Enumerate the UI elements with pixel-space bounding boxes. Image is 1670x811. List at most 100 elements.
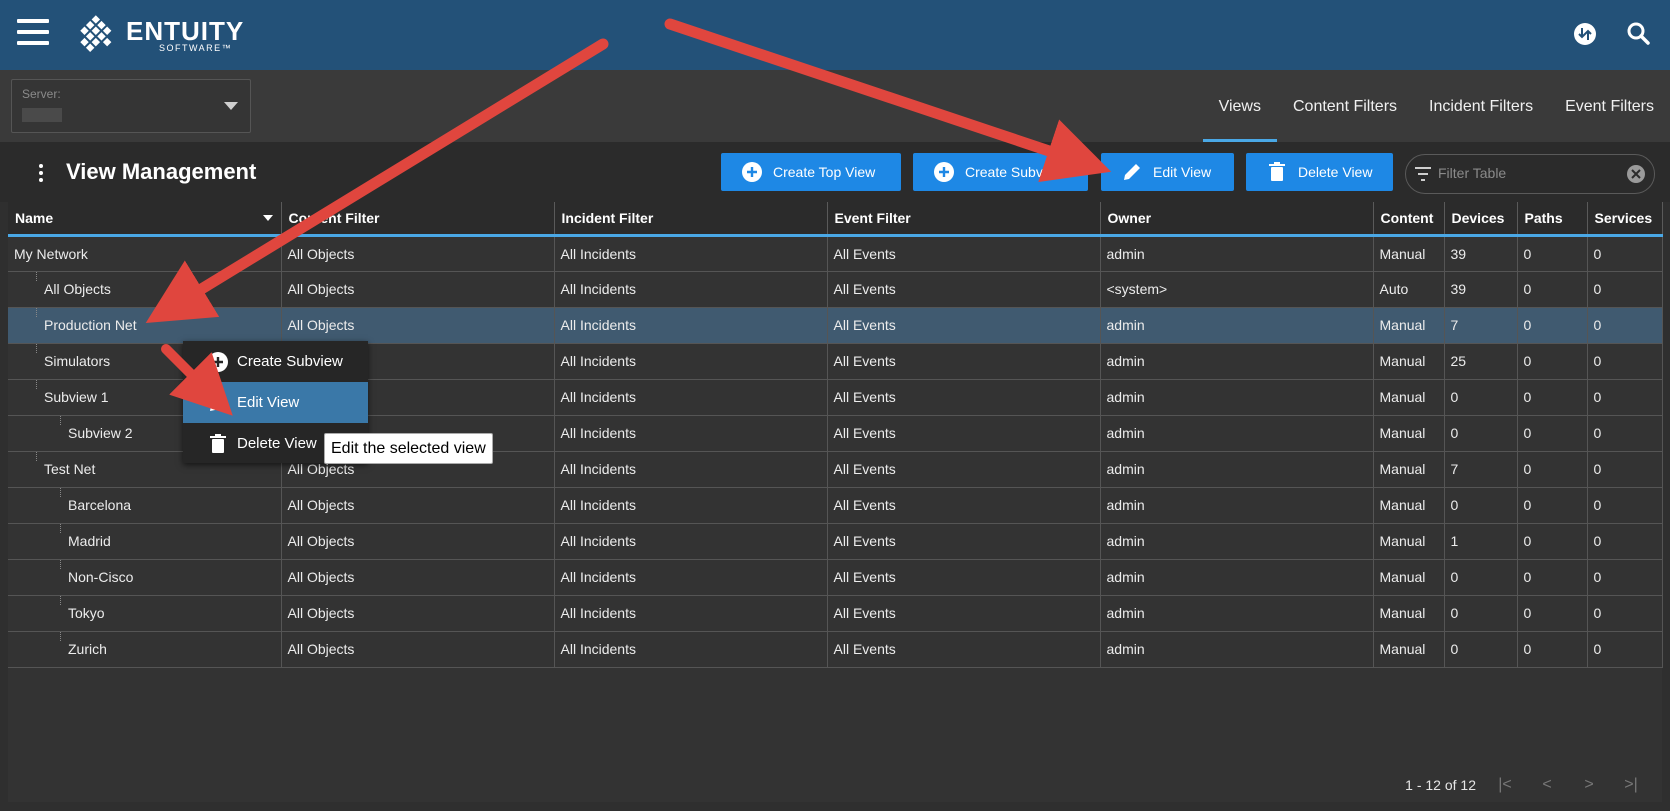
pencil-icon — [210, 394, 226, 411]
column-header-content[interactable]: Content — [1373, 202, 1445, 237]
views-table: Name Content Filter Incident Filter Even… — [8, 202, 1663, 802]
cell-devices: 0 — [1444, 559, 1518, 596]
table-row[interactable]: Tokyo All Objects All Incidents All Events a… — [8, 595, 1663, 632]
add-circle-icon — [208, 351, 228, 372]
cell-paths: 0 — [1517, 271, 1588, 308]
table-row[interactable]: Barcelona All Objects All Incidents All Eve… — [8, 487, 1663, 524]
cell-devices: 7 — [1444, 451, 1518, 488]
cell-incident-filter: All Incidents — [554, 307, 828, 344]
add-circle-icon — [934, 162, 954, 182]
column-header-owner[interactable]: Owner — [1100, 202, 1374, 237]
cell-content: Manual — [1373, 235, 1445, 272]
column-header-event-filter[interactable]: Event Filter — [827, 202, 1101, 237]
create-top-view-button[interactable]: Create Top View — [721, 153, 901, 191]
page-range: 1 - 12 of 12 — [1405, 777, 1476, 793]
table-row[interactable]: My Network All Objects All Incidents All Ev… — [8, 235, 1663, 272]
cell-content: Manual — [1373, 415, 1445, 452]
cell-devices: 0 — [1444, 415, 1518, 452]
cell-devices: 39 — [1444, 271, 1518, 308]
chevron-down-icon — [224, 102, 238, 110]
delete-view-label: Delete View — [1298, 164, 1373, 180]
cell-content-filter: All Objects — [281, 559, 555, 596]
tree-connector — [60, 523, 61, 533]
tab-incident-filters[interactable]: Incident Filters — [1413, 70, 1549, 142]
cell-event-filter: All Events — [827, 271, 1101, 308]
cell-name: Zurich — [8, 631, 282, 668]
menu-icon[interactable] — [17, 19, 49, 45]
cell-devices: 0 — [1444, 595, 1518, 632]
cell-name: Production Net — [8, 307, 282, 344]
cell-incident-filter: All Incidents — [554, 415, 828, 452]
app-header: ENTUITY SOFTWARE™ — [0, 0, 1670, 70]
cell-services: 0 — [1587, 523, 1663, 560]
cell-devices: 0 — [1444, 379, 1518, 416]
entuity-logo-icon — [80, 15, 112, 52]
prev-page-icon[interactable]: < — [1526, 776, 1568, 794]
cell-owner: admin — [1100, 559, 1374, 596]
edit-view-button[interactable]: Edit View — [1101, 153, 1234, 191]
tab-event-filters[interactable]: Event Filters — [1549, 70, 1670, 142]
tree-connector — [36, 451, 37, 461]
cell-content-filter: All Objects — [281, 631, 555, 668]
cell-content-filter: All Objects — [281, 271, 555, 308]
cell-services: 0 — [1587, 379, 1663, 416]
column-header-services[interactable]: Services — [1587, 202, 1663, 237]
cell-paths: 0 — [1517, 451, 1588, 488]
search-icon[interactable] — [1625, 20, 1653, 48]
cell-paths: 0 — [1517, 307, 1588, 344]
first-page-icon[interactable]: |< — [1484, 776, 1526, 794]
pencil-icon — [1124, 164, 1140, 180]
trash-icon — [1269, 162, 1285, 181]
table-row[interactable]: Production Net All Objects All Incidents Al… — [8, 307, 1663, 344]
column-header-content-filter[interactable]: Content Filter — [281, 202, 555, 237]
cell-incident-filter: All Incidents — [554, 559, 828, 596]
cell-incident-filter: All Incidents — [554, 487, 828, 524]
create-subview-button[interactable]: Create Subview — [913, 153, 1088, 191]
cell-devices: 0 — [1444, 487, 1518, 524]
cell-owner: admin — [1100, 451, 1374, 488]
column-header-devices[interactable]: Devices — [1444, 202, 1518, 237]
column-header-paths[interactable]: Paths — [1517, 202, 1588, 237]
table-row[interactable]: Zurich All Objects All Incidents All Events… — [8, 631, 1663, 668]
context-menu-create-subview[interactable]: Create Subview — [183, 341, 368, 382]
cell-content-filter: All Objects — [281, 523, 555, 560]
table-row[interactable]: Non-Cisco All Objects All Incidents All Eve… — [8, 559, 1663, 596]
context-menu-edit-view[interactable]: Edit View — [183, 382, 368, 423]
cell-event-filter: All Events — [827, 415, 1101, 452]
tree-connector — [60, 487, 61, 497]
sync-icon[interactable] — [1571, 20, 1599, 48]
cell-content: Manual — [1373, 343, 1445, 380]
tooltip: Edit the selected view — [324, 433, 493, 464]
cell-content-filter: All Objects — [281, 487, 555, 524]
cell-owner: admin — [1100, 415, 1374, 452]
last-page-icon[interactable]: >| — [1610, 776, 1652, 794]
column-header-incident-filter[interactable]: Incident Filter — [554, 202, 828, 237]
cell-content: Manual — [1373, 523, 1445, 560]
cell-event-filter: All Events — [827, 307, 1101, 344]
cell-services: 0 — [1587, 631, 1663, 668]
cell-owner: admin — [1100, 523, 1374, 560]
tree-connector — [60, 415, 61, 425]
cell-incident-filter: All Incidents — [554, 631, 828, 668]
delete-view-button[interactable]: Delete View — [1246, 153, 1393, 191]
table-row[interactable]: Madrid All Objects All Incidents All Events… — [8, 523, 1663, 560]
table-row[interactable]: All Objects All Objects All Incidents All E… — [8, 271, 1663, 308]
cell-event-filter: All Events — [827, 559, 1101, 596]
cell-event-filter: All Events — [827, 451, 1101, 488]
filter-table-input[interactable] — [1438, 165, 1618, 181]
clear-icon[interactable] — [1626, 164, 1646, 184]
cell-content: Manual — [1373, 487, 1445, 524]
cell-content: Manual — [1373, 451, 1445, 488]
next-page-icon[interactable]: > — [1568, 776, 1610, 794]
cell-devices: 7 — [1444, 307, 1518, 344]
cell-owner: admin — [1100, 487, 1374, 524]
more-vert-icon[interactable] — [38, 164, 44, 184]
cell-owner: admin — [1100, 307, 1374, 344]
server-select[interactable]: Server: — [11, 79, 251, 133]
tab-content-filters[interactable]: Content Filters — [1277, 70, 1413, 142]
pagination: 1 - 12 of 12 |< < > >| — [1405, 776, 1652, 794]
tab-views[interactable]: Views — [1202, 70, 1278, 142]
cell-services: 0 — [1587, 415, 1663, 452]
column-header-name[interactable]: Name — [8, 202, 282, 237]
cell-incident-filter: All Incidents — [554, 343, 828, 380]
